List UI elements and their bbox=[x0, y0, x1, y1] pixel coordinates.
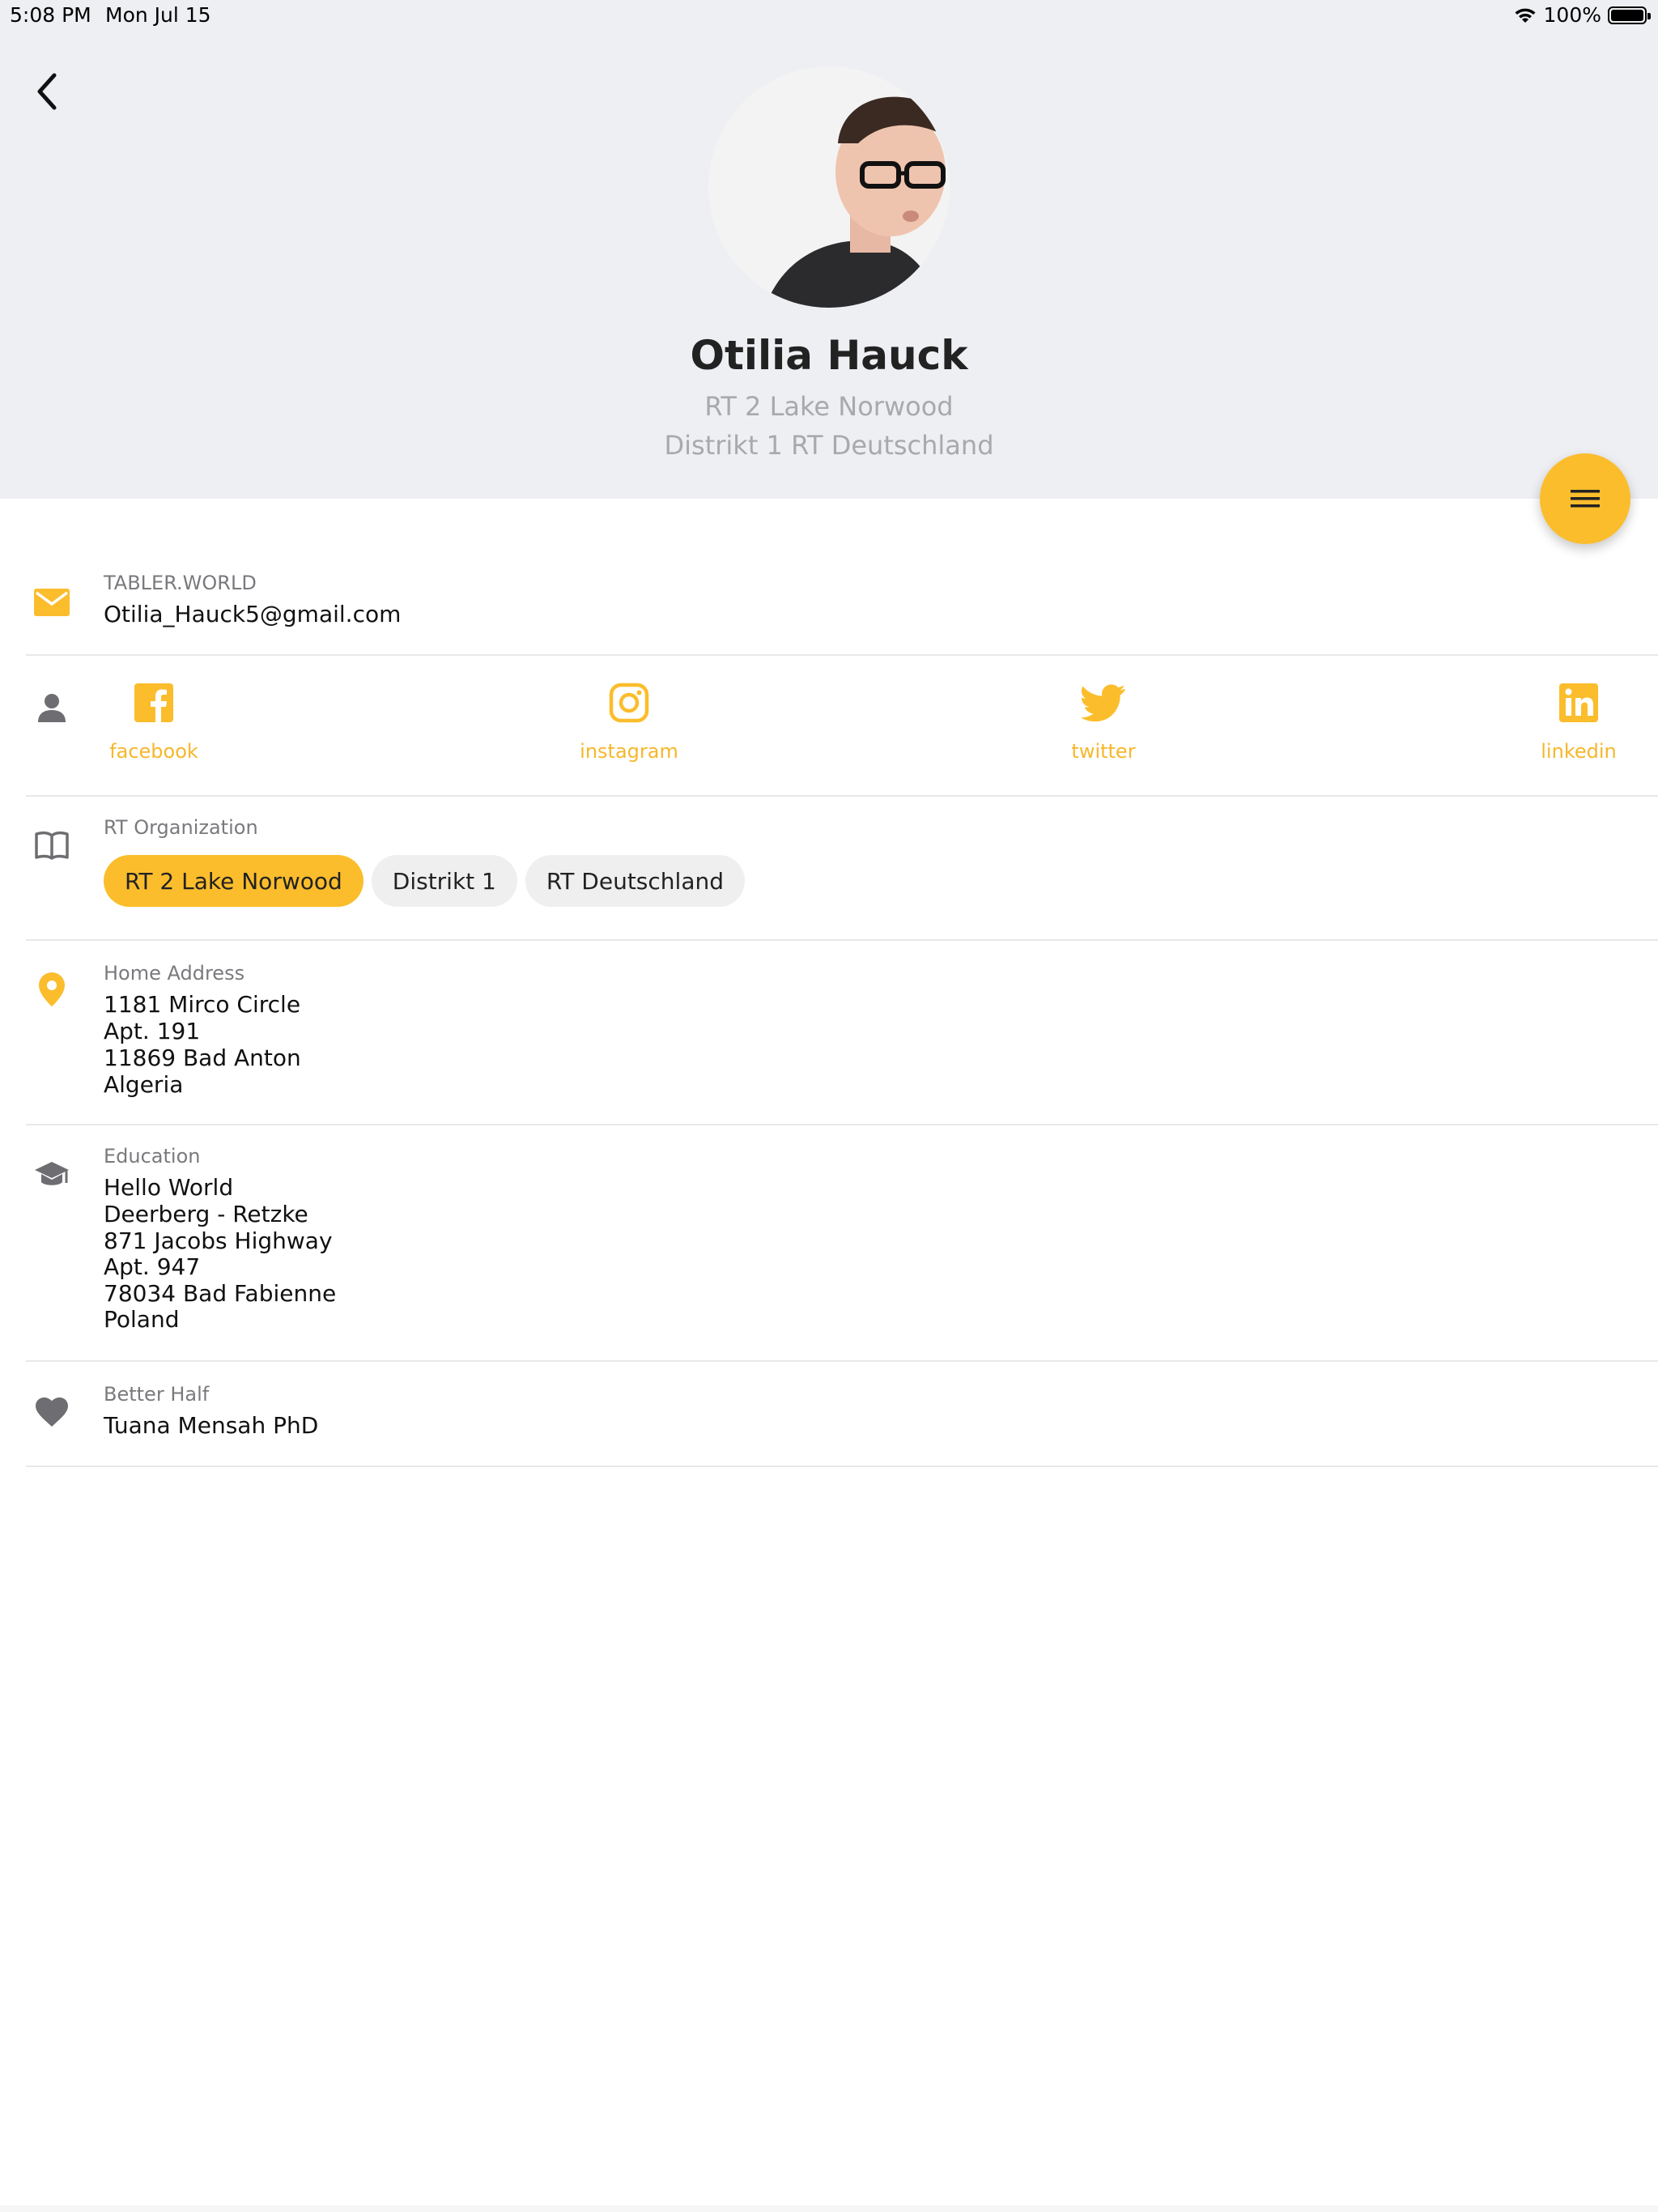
location-pin-icon bbox=[32, 970, 71, 1009]
education-line-3: 871 Jacobs Highway bbox=[104, 1227, 333, 1254]
education-line-1: Hello World bbox=[104, 1174, 234, 1201]
email-value[interactable]: Otilia_Hauck5@gmail.com bbox=[104, 601, 401, 627]
twitter-link[interactable]: twitter bbox=[1039, 680, 1168, 763]
person-icon bbox=[32, 688, 71, 727]
instagram-icon bbox=[606, 680, 652, 725]
education-line-5: 78034 Bad Fabienne bbox=[104, 1280, 337, 1307]
education-label: Education bbox=[104, 1145, 201, 1168]
education-line-4: Apt. 947 bbox=[104, 1253, 201, 1280]
battery-percent: 100% bbox=[1543, 3, 1601, 27]
organization-row: RT Organization RT 2 Lake Norwood Distri… bbox=[26, 797, 1658, 941]
chip-association[interactable]: RT Deutschland bbox=[525, 855, 745, 907]
home-address-label: Home Address bbox=[104, 962, 245, 985]
better-half-label: Better Half bbox=[104, 1383, 210, 1406]
chevron-left-icon bbox=[37, 73, 57, 110]
wifi-icon bbox=[1515, 8, 1536, 23]
profile-name: Otilia Hauck bbox=[690, 332, 968, 379]
home-address-line-1: 1181 Mirco Circle bbox=[104, 991, 301, 1018]
book-icon bbox=[32, 826, 71, 865]
better-half-value: Tuana Mensah PhD bbox=[104, 1412, 319, 1439]
home-address-row[interactable]: Home Address 1181 Mirco Circle Apt. 191 … bbox=[26, 941, 1658, 1125]
facebook-link[interactable]: facebook bbox=[89, 680, 219, 763]
instagram-link[interactable]: instagram bbox=[564, 680, 694, 763]
facebook-icon bbox=[131, 680, 176, 725]
status-date: Mon Jul 15 bbox=[105, 3, 211, 27]
instagram-label: instagram bbox=[580, 740, 678, 763]
email-icon bbox=[32, 583, 71, 622]
status-time: 5:08 PM bbox=[10, 3, 91, 27]
profile-club: RT 2 Lake Norwood bbox=[704, 391, 954, 422]
profile-district: Distrikt 1 RT Deutschland bbox=[664, 430, 994, 461]
menu-icon bbox=[1571, 490, 1600, 508]
education-line-6: Poland bbox=[104, 1306, 180, 1333]
better-half-row[interactable]: Better Half Tuana Mensah PhD bbox=[26, 1362, 1658, 1467]
heart-icon bbox=[32, 1393, 71, 1431]
linkedin-link[interactable]: linkedin bbox=[1514, 680, 1643, 763]
home-address-line-2: Apt. 191 bbox=[104, 1018, 201, 1044]
organization-chips: RT 2 Lake Norwood Distrikt 1 RT Deutschl… bbox=[104, 855, 745, 907]
linkedin-label: linkedin bbox=[1541, 740, 1617, 763]
status-indicators: 100% bbox=[1513, 3, 1651, 27]
avatar-photo bbox=[708, 66, 950, 308]
social-row: facebook instagram twitter linkedin bbox=[26, 656, 1658, 797]
home-address-line-4: Algeria bbox=[104, 1071, 184, 1098]
battery-icon bbox=[1608, 6, 1651, 24]
linkedin-icon bbox=[1556, 680, 1601, 725]
organization-label: RT Organization bbox=[104, 816, 258, 839]
twitter-icon bbox=[1081, 680, 1126, 725]
education-row: Education Hello World Deerberg - Retzke … bbox=[26, 1125, 1658, 1362]
graduation-cap-icon bbox=[32, 1156, 71, 1195]
home-address-line-3: 11869 Bad Anton bbox=[104, 1044, 301, 1071]
chip-district[interactable]: Distrikt 1 bbox=[371, 855, 517, 907]
menu-fab-button[interactable] bbox=[1540, 453, 1630, 544]
chip-club[interactable]: RT 2 Lake Norwood bbox=[104, 855, 363, 907]
education-line-2: Deerberg - Retzke bbox=[104, 1201, 308, 1227]
email-row[interactable]: TABLER.WORLD Otilia_Hauck5@gmail.com bbox=[26, 559, 1658, 656]
avatar bbox=[708, 66, 950, 308]
profile-header: Otilia Hauck RT 2 Lake Norwood Distrikt … bbox=[0, 0, 1658, 499]
facebook-label: facebook bbox=[109, 740, 198, 763]
status-bar: 5:08 PM Mon Jul 15 100% bbox=[0, 0, 1658, 32]
twitter-label: twitter bbox=[1071, 740, 1136, 763]
email-label: TABLER.WORLD bbox=[104, 572, 257, 594]
home-indicator-bar bbox=[0, 2206, 1658, 2212]
back-button[interactable] bbox=[24, 65, 70, 118]
